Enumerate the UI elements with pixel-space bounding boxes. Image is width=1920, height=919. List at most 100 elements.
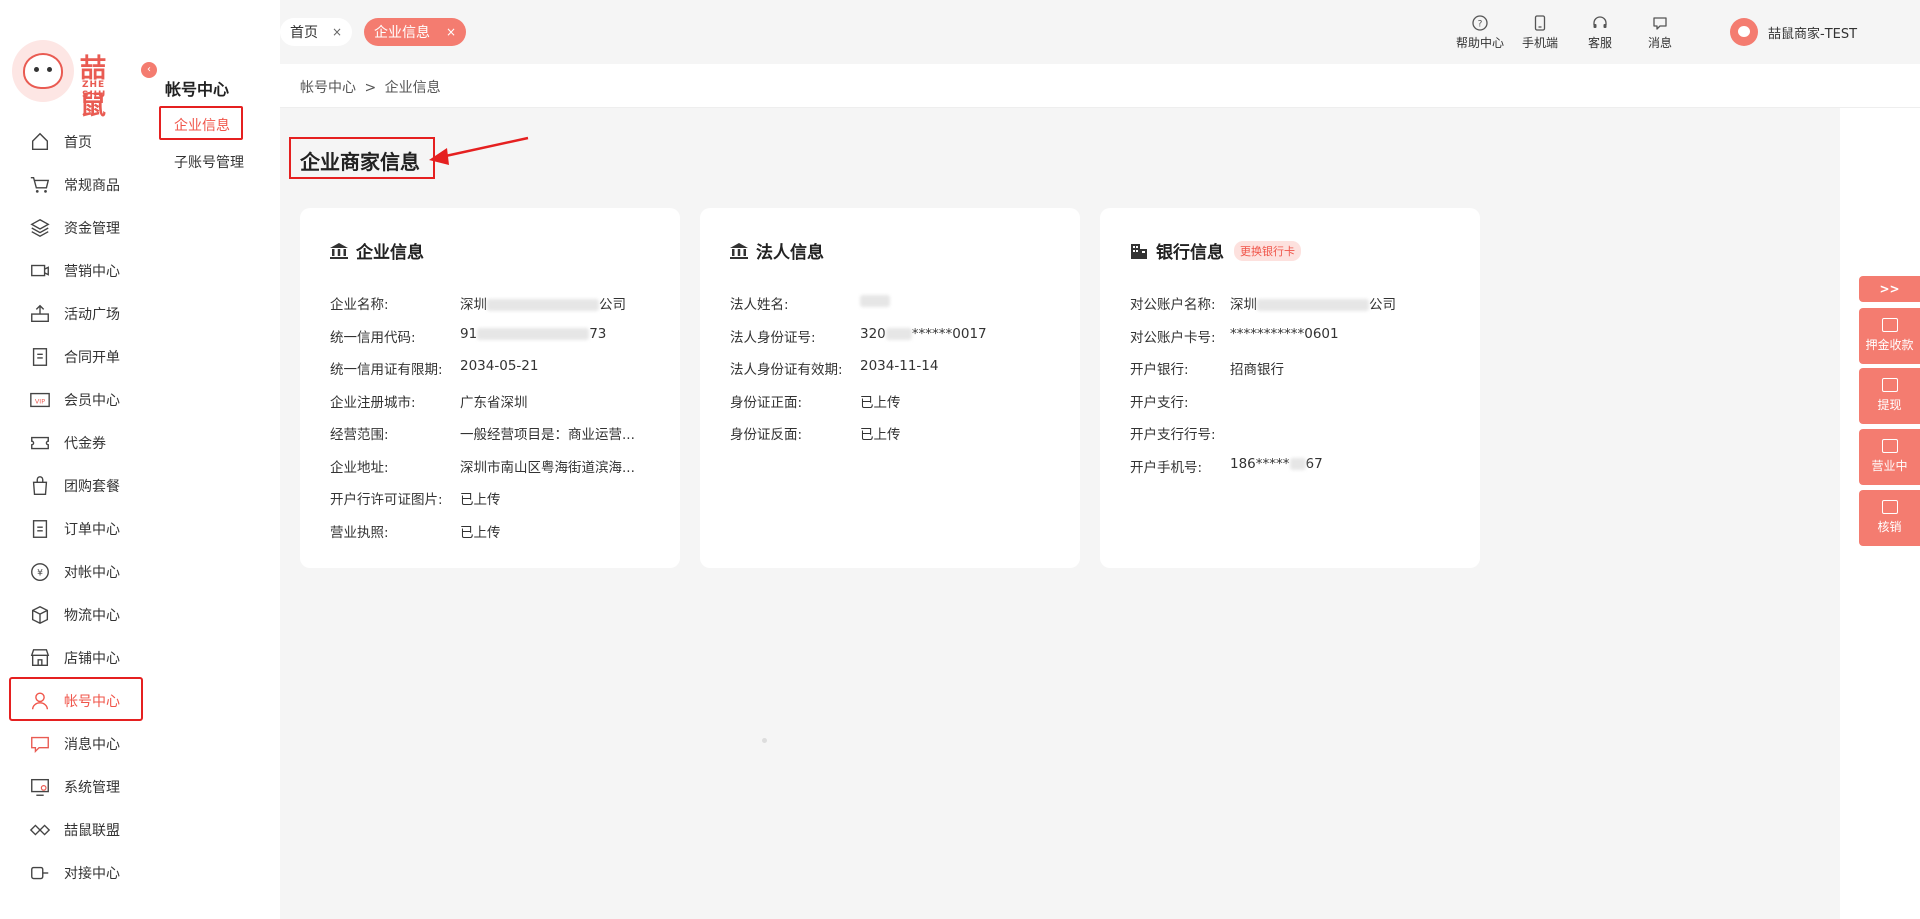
credit-expiry-row: 统一信用证有限期: 2034-05-21 — [330, 358, 538, 378]
sidebar-item-store[interactable]: 店铺中心 — [28, 646, 120, 670]
row-label: 对公账户卡号: — [1130, 330, 1216, 346]
title-highlight-annotation — [289, 137, 435, 179]
change-bank-card-button[interactable]: 更换银行卡 — [1234, 240, 1301, 261]
sidebar-item-label: 对帐中心 — [64, 565, 120, 581]
sidebar-item-label: 消息中心 — [64, 737, 120, 753]
close-icon[interactable]: × — [446, 25, 456, 39]
sidebar-item-marketing[interactable]: 营销中心 — [28, 259, 120, 283]
row-value: 深圳 公司 — [1230, 297, 1396, 313]
company-info-card: 企业信息 企业名称: 深圳 公司 统一信用代码: 91 73 统一信用证有限期: 2034… — [300, 208, 680, 568]
sidebar-item-alliance[interactable]: 喆鼠联盟 — [28, 818, 120, 842]
help-center-button[interactable]: ? 帮助中心 — [1450, 14, 1510, 51]
sidebar-item-box[interactable]: 物流中心 — [28, 603, 120, 627]
sidebar-item-label: 店铺中心 — [64, 651, 120, 667]
breadcrumb: 帐号中心 > 企业信息 — [300, 77, 441, 97]
contract-icon — [28, 346, 52, 368]
sidebar-item-vip[interactable]: VIP 会员中心 — [28, 388, 120, 412]
bag-icon — [28, 475, 52, 497]
subnav-item-sub-accounts[interactable]: 子账号管理 — [174, 152, 244, 172]
open-status-button[interactable]: 营业中 — [1859, 429, 1920, 485]
float-button-label: 核销 — [1877, 520, 1902, 534]
tab-home[interactable]: 首页 × — [280, 18, 352, 46]
row-label: 统一信用代码: — [330, 330, 416, 346]
sidebar-item-label: 物流中心 — [64, 608, 120, 624]
row-label: 统一信用证有限期: — [330, 362, 443, 378]
row-value: 2034-05-21 — [460, 358, 539, 374]
sidebar-item-label: 首页 — [64, 135, 92, 151]
row-value: 已上传 — [860, 427, 901, 443]
row-label: 开户银行: — [1130, 362, 1189, 378]
messages-button[interactable]: 消息 — [1630, 14, 1690, 51]
connect-icon — [28, 862, 52, 884]
sidebar-item-label: 订单中心 — [64, 522, 120, 538]
row-value: ***********0601 — [1230, 326, 1339, 342]
breadcrumb-separator: > — [364, 80, 377, 96]
sidebar-item-label: 团购套餐 — [64, 479, 120, 495]
sidebar-item-label: 资金管理 — [64, 221, 120, 237]
loading-dot — [762, 738, 767, 743]
sidebar-item-order[interactable]: 订单中心 — [28, 517, 120, 541]
sidebar-item-activity[interactable]: 活动广场 — [28, 302, 120, 326]
card-title-text: 银行信息 — [1156, 243, 1224, 263]
legal-id-row: 法人身份证号: 320 ******0017 — [730, 326, 987, 346]
avatar — [1730, 18, 1758, 46]
coupon-icon — [28, 432, 52, 454]
sidebar-item-cart[interactable]: 常规商品 — [28, 173, 120, 197]
row-label: 开户手机号: — [1130, 460, 1203, 476]
cart-icon — [28, 174, 52, 196]
row-value: 深圳市南山区粤海街道滨海... — [460, 460, 635, 476]
sidebar-item-label: 对接中心 — [64, 866, 120, 882]
user-menu[interactable]: 喆鼠商家-TEST — [1730, 18, 1857, 46]
bank-name-row: 开户银行: 招商银行 — [1130, 358, 1284, 378]
sidebar-item-layers[interactable]: 资金管理 — [28, 216, 120, 240]
sidebar-item-label: 系统管理 — [64, 780, 120, 796]
withdraw-button[interactable]: 提现 — [1859, 368, 1920, 424]
brand-logo[interactable]: 喆鼠 ZHE SHU — [12, 40, 132, 121]
order-icon — [28, 518, 52, 540]
breadcrumb-parent[interactable]: 帐号中心 — [300, 80, 356, 96]
row-label: 企业名称: — [330, 297, 389, 313]
mobile-button[interactable]: 手机端 — [1510, 14, 1570, 51]
sidebar-item-contract[interactable]: 合同开单 — [28, 345, 120, 369]
bookmark-icon — [1881, 378, 1898, 392]
row-label: 企业地址: — [330, 460, 389, 476]
id-front-row: 身份证正面: 已上传 — [730, 391, 901, 411]
card-title-text: 法人信息 — [756, 243, 824, 263]
sidebar-item-coupon[interactable]: 代金券 — [28, 431, 106, 455]
collapse-sidebar-icon[interactable]: ‹ — [141, 62, 157, 78]
sidebar-item-connect[interactable]: 对接中心 — [28, 861, 120, 885]
row-label: 企业注册城市: — [330, 395, 416, 411]
sidebar-item-message[interactable]: 消息中心 — [28, 732, 120, 756]
row-value: 已上传 — [860, 395, 901, 411]
row-label: 法人身份证有效期: — [730, 362, 843, 378]
sidebar-item-bag[interactable]: 团购套餐 — [28, 474, 120, 498]
sidebar-item-label: 会员中心 — [64, 393, 120, 409]
legal-name-row: 法人姓名: — [730, 293, 890, 313]
layers-icon — [28, 217, 52, 239]
legal-person-card: 法人信息 法人姓名: 法人身份证号: 320 ******0017 法人身份证有效期… — [700, 208, 1080, 568]
customer-service-button[interactable]: 客服 — [1570, 14, 1630, 51]
bookmark-icon — [1881, 500, 1898, 514]
account-name-row: 对公账户名称: 深圳 公司 — [1130, 293, 1396, 313]
close-icon[interactable]: × — [332, 25, 342, 39]
bank-building-icon — [730, 242, 748, 259]
verify-button[interactable]: 核销 — [1859, 490, 1920, 546]
row-value: 186***** 67 — [1230, 456, 1323, 472]
sidebar-item-home[interactable]: 首页 — [28, 130, 92, 154]
card-title: 企业信息 — [330, 238, 424, 263]
row-value: 招商银行 — [1230, 362, 1284, 378]
headset-icon — [1593, 16, 1607, 28]
branch-code-row: 开户支行行号: — [1130, 423, 1216, 443]
deposit-collect-button[interactable]: 押金收款 — [1859, 308, 1920, 364]
messages-label: 消息 — [1647, 36, 1672, 50]
customer-service-label: 客服 — [1587, 36, 1612, 50]
sidebar-item-label: 营销中心 — [64, 264, 120, 280]
row-label: 法人身份证号: — [730, 330, 816, 346]
sidebar-item-system[interactable]: 系统管理 — [28, 775, 120, 799]
expand-float-button[interactable]: >> — [1859, 276, 1920, 302]
row-value: 一般经营项目是：商业运营... — [460, 427, 635, 443]
svg-text:?: ? — [1478, 20, 1483, 30]
sidebar-item-yuan[interactable]: ¥ 对帐中心 — [28, 560, 120, 584]
tab-company-info[interactable]: 企业信息 × — [364, 18, 466, 46]
bank-branch-row: 开户支行: — [1130, 391, 1189, 411]
